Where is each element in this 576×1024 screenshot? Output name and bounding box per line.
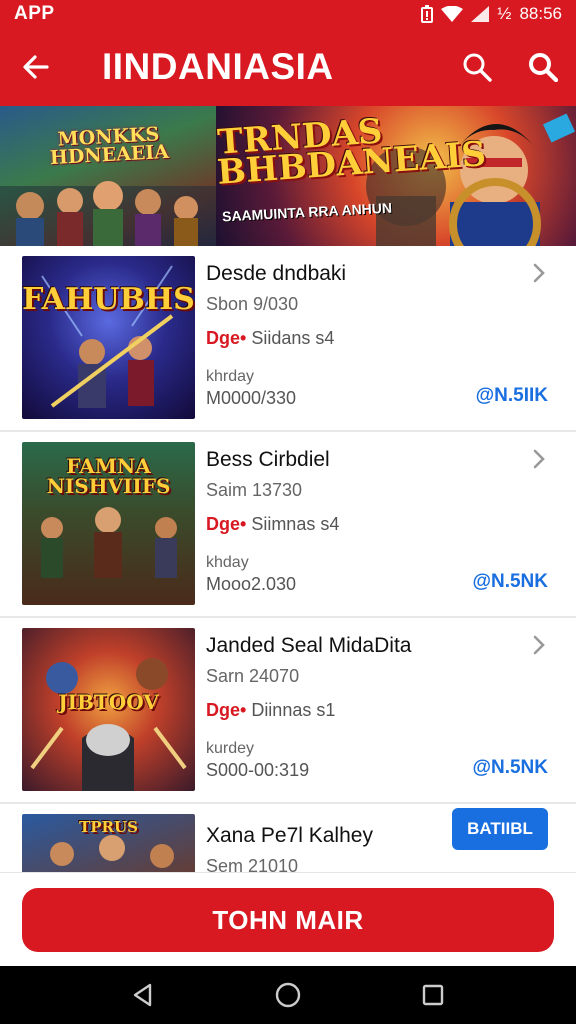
chevron-right-icon[interactable] <box>528 262 550 284</box>
item-tag: Dge• <box>206 514 247 534</box>
thumbnail-title: JIBTOOV <box>58 690 159 714</box>
item-tag: Dge• <box>206 328 247 348</box>
thumbnail-title: FAMNA NISHVIIFS <box>46 454 171 498</box>
list-item[interactable]: TPRUS Xana Pe7l Kalhey BATIIBL Sem 21010 <box>0 804 576 872</box>
item-subtitle: Sem 21010 <box>206 856 299 872</box>
primary-action-button[interactable]: TOHN MAIR <box>22 888 554 952</box>
search-button-2[interactable] <box>510 28 576 106</box>
app-bar: IINDANIASIA <box>0 28 576 106</box>
thumbnail-title: TPRUS <box>79 818 138 836</box>
status-time: 88:56 <box>519 4 562 23</box>
nav-home-button[interactable] <box>258 966 318 1024</box>
thumbnail-title: FAHUBHS <box>22 282 195 317</box>
item-subtitle: Saim 13730 <box>206 480 303 500</box>
thumbnail-art <box>41 265 174 408</box>
nav-back-icon <box>133 983 151 1007</box>
page-title: IINDANIASIA <box>102 46 334 87</box>
promo-banner[interactable]: MONKKS HDNEAEIA TRNDAS BHBDANEAIS SAAMUI… <box>0 106 576 246</box>
item-price[interactable]: @N.5NK <box>472 757 548 779</box>
item-thumbnail: JIBTOOV <box>22 628 195 791</box>
item-tag-row: Dge• Diinnas s1 <box>206 700 335 721</box>
battery-level: ½ <box>497 4 512 23</box>
item-tag-row: Dge• Siimnas s4 <box>206 514 339 535</box>
chevron-right-icon[interactable] <box>528 448 550 470</box>
item-info: Bess Cirbdiel Saim 13730 Dge• Siimnas s4… <box>206 432 556 618</box>
item-name: Desde dndbaki <box>206 262 347 285</box>
list-item[interactable]: FAHUBHS Desde dndbaki Sbon 9/030 Dge• Si… <box>0 246 576 432</box>
nav-back-button[interactable] <box>113 966 173 1024</box>
item-thumbnail: TPRUS <box>22 814 195 872</box>
banner-right-artwork: TRNDAS BHBDANEAIS SAAMUINTA RRA ANHUN <box>216 106 576 246</box>
item-meta-label: khrday <box>206 368 255 385</box>
search-button[interactable] <box>444 28 510 106</box>
nav-home-icon <box>275 982 301 1008</box>
banner-right-title: TRNDAS BHBDANEAIS <box>216 111 488 193</box>
nav-recents-icon <box>423 984 444 1006</box>
system-nav-bar <box>0 966 576 1024</box>
status-bar: APP ½ 88:56 <box>0 0 576 28</box>
item-tag-text: Siidans s4 <box>246 328 335 348</box>
item-meta-value: Mooo2.030 <box>206 574 297 594</box>
item-tag-text: Diinnas s1 <box>246 700 336 720</box>
item-subtitle: Sbon 9/030 <box>206 294 299 314</box>
item-name: Bess Cirbdiel <box>206 448 330 471</box>
item-info: Desde dndbaki Sbon 9/030 Dge• Siidans s4… <box>206 246 556 432</box>
footer-bar: TOHN MAIR <box>0 872 576 966</box>
item-thumbnail: FAHUBHS <box>22 256 195 419</box>
banner-left-artwork: MONKKS HDNEAEIA <box>0 106 216 246</box>
item-info: Xana Pe7l Kalhey BATIIBL Sem 21010 <box>206 804 556 872</box>
battery-alert-icon <box>421 5 434 23</box>
item-meta-label: khday <box>206 554 249 571</box>
item-tag: Dge• <box>206 700 247 720</box>
search-icon <box>463 53 492 82</box>
item-meta-value: S000-00:319 <box>206 760 310 780</box>
item-info: Janded Seal MidaDita Sarn 24070 Dge• Dii… <box>206 618 556 804</box>
status-icons: ½ 88:56 <box>421 4 562 24</box>
item-meta-value: M0000/330 <box>206 388 297 408</box>
list-item[interactable]: JIBTOOV Janded Seal MidaDita Sarn 24070 … <box>0 618 576 804</box>
item-name: Xana Pe7l Kalhey <box>206 824 373 847</box>
item-meta-label: kurdey <box>206 740 255 757</box>
list-item[interactable]: FAMNA NISHVIIFS Bess Cirbdiel Saim 13730… <box>0 432 576 618</box>
wifi-icon <box>441 6 464 22</box>
chevron-right-icon[interactable] <box>528 634 550 656</box>
item-tag-row: Dge• Siidans s4 <box>206 328 334 349</box>
item-price[interactable]: @N.5NK <box>472 571 548 593</box>
item-thumbnail: FAMNA NISHVIIFS <box>22 442 195 605</box>
game-list: FAHUBHS Desde dndbaki Sbon 9/030 Dge• Si… <box>0 246 576 872</box>
status-app-label: APP <box>14 3 55 24</box>
item-tag-text: Siimnas s4 <box>246 514 340 534</box>
back-button[interactable] <box>0 28 72 106</box>
nav-recents-button[interactable] <box>403 966 463 1024</box>
item-price[interactable]: @N.5IIK <box>476 385 548 407</box>
arrow-left-icon <box>23 55 49 79</box>
item-subtitle: Sarn 24070 <box>206 666 300 686</box>
signal-icon <box>471 6 490 22</box>
item-name: Janded Seal MidaDita <box>206 634 412 657</box>
search-icon <box>529 53 558 82</box>
get-button[interactable]: BATIIBL <box>452 808 548 850</box>
